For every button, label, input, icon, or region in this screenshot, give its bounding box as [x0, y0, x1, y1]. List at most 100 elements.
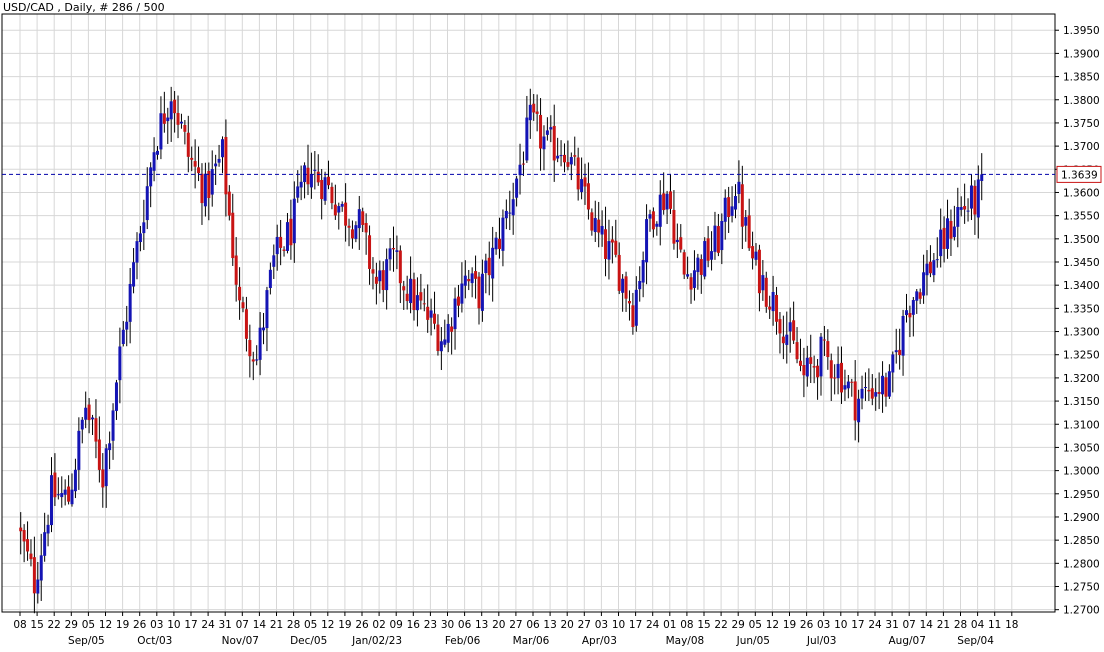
candle-body — [679, 237, 683, 250]
x-month-label: Mar/06 — [513, 635, 550, 647]
candle-body — [166, 117, 170, 122]
candle-body — [822, 339, 826, 341]
candle-body — [604, 229, 608, 259]
candle-body — [125, 321, 129, 330]
candle-body — [552, 125, 556, 161]
candle-body — [918, 292, 922, 299]
candle-body — [942, 227, 946, 249]
candle-body — [337, 206, 341, 213]
candle-body — [764, 277, 768, 307]
candle-body — [398, 250, 402, 284]
candle-body — [364, 222, 368, 233]
candle-body — [573, 155, 577, 157]
candle-body — [309, 174, 313, 188]
y-tick-label: 1.2800 — [1063, 558, 1100, 570]
candle-body — [350, 229, 354, 239]
candle-body — [908, 313, 912, 318]
candle-body — [586, 183, 590, 210]
candle-body — [138, 233, 142, 243]
candle-body — [545, 130, 549, 135]
candle-body — [395, 250, 399, 252]
candle-bull — [703, 237, 707, 280]
candle-body — [559, 155, 563, 157]
candle-body — [515, 178, 519, 198]
candle-body — [761, 275, 765, 291]
candle-body — [590, 212, 594, 231]
candle-body — [29, 553, 33, 560]
current-price-label: 1.3639 — [1061, 169, 1098, 181]
candle-body — [255, 359, 259, 361]
x-tick-label: 10 — [834, 619, 847, 631]
x-tick-label: 07 — [236, 619, 249, 631]
x-tick-label: 26 — [800, 619, 814, 631]
x-tick-label: 03 — [150, 619, 163, 631]
candle-body — [344, 202, 348, 226]
candle-body — [320, 179, 324, 200]
candle-body — [149, 167, 153, 187]
y-tick-label: 1.2950 — [1063, 489, 1100, 501]
x-month-label: Jul/03 — [806, 635, 837, 647]
candle-body — [19, 527, 23, 532]
candle-body — [809, 357, 813, 364]
candle-body — [518, 164, 522, 176]
x-tick-label: 24 — [646, 619, 660, 631]
candle-body — [94, 418, 98, 442]
x-tick-label: 17 — [851, 619, 864, 631]
y-tick-label: 1.3800 — [1063, 95, 1100, 107]
candle-body — [898, 349, 902, 356]
candle-body — [381, 270, 385, 290]
y-tick-label: 1.3300 — [1063, 327, 1100, 339]
candle-body — [713, 225, 717, 252]
x-tick-label: 13 — [475, 619, 488, 631]
candle-body — [706, 238, 710, 261]
candle-body — [621, 278, 625, 293]
candle-body — [388, 248, 392, 260]
candle-body — [279, 236, 283, 248]
candle-body — [299, 181, 303, 188]
candle-body — [850, 381, 854, 383]
candle-body — [306, 167, 310, 185]
candle-body — [422, 303, 426, 305]
x-tick-label: 08 — [13, 619, 26, 631]
x-tick-label: 29 — [732, 619, 745, 631]
candle-body — [631, 305, 635, 328]
candle-body — [176, 113, 180, 125]
candle-body — [562, 154, 566, 163]
candle-body — [887, 371, 891, 397]
y-tick-label: 1.3100 — [1063, 419, 1100, 431]
x-tick-label: 21 — [270, 619, 283, 631]
candle-body — [843, 385, 847, 390]
candle-body — [699, 259, 703, 275]
candle-body — [792, 320, 796, 341]
candle-body — [655, 223, 659, 227]
candle-body — [450, 326, 454, 332]
x-month-label: Jan/02/23 — [351, 635, 402, 647]
candle-body — [874, 392, 878, 397]
candle-body — [145, 186, 149, 221]
candle-body — [197, 167, 201, 174]
candle-body — [802, 365, 806, 376]
candle-body — [67, 486, 71, 502]
candle-body — [816, 365, 820, 378]
candle-body — [477, 276, 481, 309]
y-tick-label: 1.3150 — [1063, 396, 1100, 408]
x-tick-label: 20 — [561, 619, 574, 631]
x-tick-label: 06 — [526, 619, 540, 631]
candle-body — [826, 341, 830, 358]
candle-body — [179, 121, 183, 124]
x-tick-label: 09 — [390, 619, 403, 631]
candle-body — [327, 176, 331, 186]
candle-body — [224, 136, 228, 195]
x-tick-label: 07 — [903, 619, 916, 631]
candle-body — [641, 260, 645, 283]
candle-body — [580, 179, 584, 193]
candle-body — [922, 272, 926, 296]
candle-body — [812, 366, 816, 368]
x-tick-label: 26 — [355, 619, 369, 631]
candle-body — [101, 469, 105, 488]
candle-body — [788, 322, 792, 332]
candle-body — [569, 157, 573, 165]
candle-body — [778, 319, 782, 334]
candle-body — [692, 270, 696, 288]
candle-body — [142, 222, 146, 234]
